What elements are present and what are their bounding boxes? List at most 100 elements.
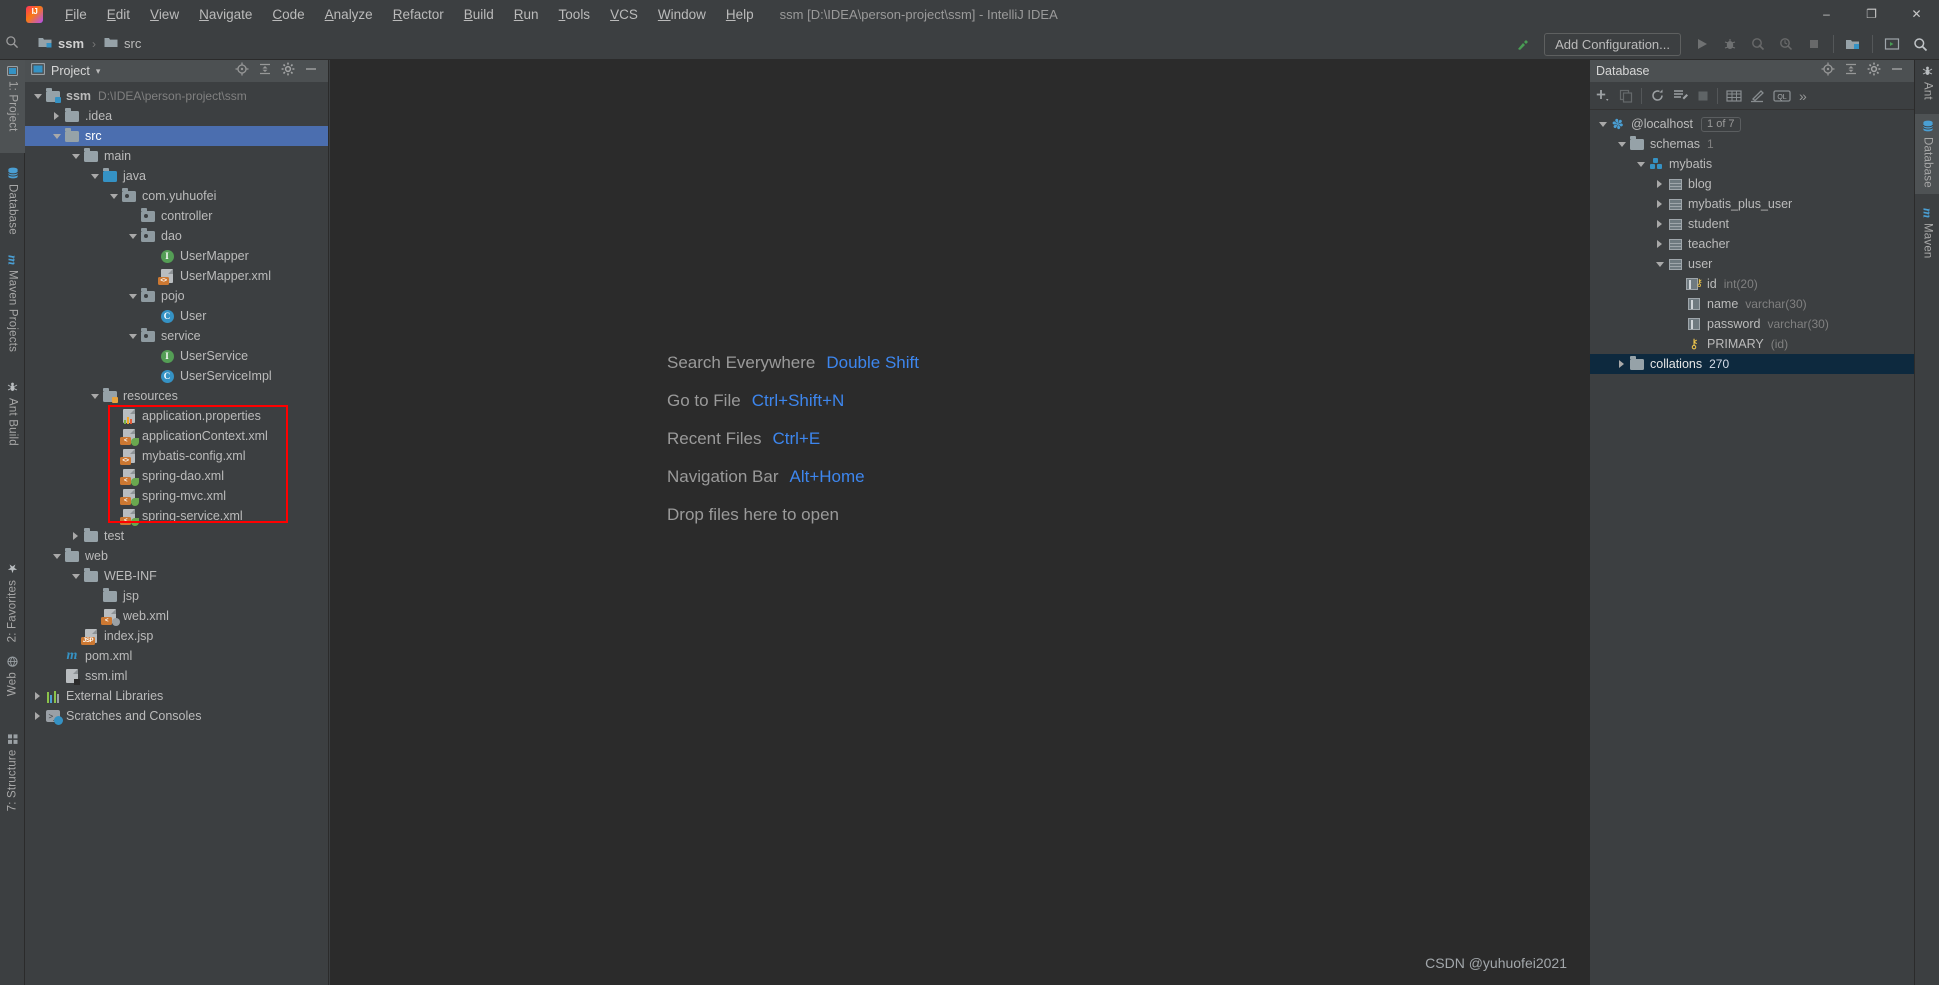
profile-icon[interactable] <box>1773 31 1799 57</box>
tree-row[interactable]: < web.xml <box>25 606 328 626</box>
menu-window[interactable]: Window <box>648 4 716 25</box>
chevron-down-icon[interactable] <box>1653 258 1666 271</box>
chevron-down-icon[interactable] <box>107 190 120 203</box>
tree-row[interactable]: .idea <box>25 106 328 126</box>
project-tree[interactable]: ssm D:\IDEA\person-project\ssm .idea src mai… <box>25 82 328 726</box>
tree-row[interactable]: < spring-service.xml <box>25 506 328 526</box>
chevron-down-icon[interactable] <box>31 90 44 103</box>
hide-window-icon[interactable] <box>1890 62 1904 81</box>
chevron-down-icon[interactable] <box>1615 138 1628 151</box>
tool-tab-ant-build[interactable]: Ant Build <box>0 376 25 462</box>
chevron-right-icon[interactable] <box>69 530 82 543</box>
tree-row[interactable]: controller <box>25 206 328 226</box>
tool-tab-ant[interactable]: Ant <box>1915 60 1939 106</box>
tree-row[interactable]: m pom.xml <box>25 646 328 666</box>
tree-row[interactable]: collations 270 <box>1590 354 1914 374</box>
chevron-right-icon[interactable] <box>1653 178 1666 191</box>
maximize-button[interactable]: ❐ <box>1849 0 1894 28</box>
tree-row[interactable]: <> UserMapper.xml <box>25 266 328 286</box>
hide-window-icon[interactable] <box>304 62 318 81</box>
settings-gear-icon[interactable] <box>281 62 295 81</box>
menu-analyze[interactable]: Analyze <box>315 4 383 25</box>
tree-row[interactable]: ssm D:\IDEA\person-project\ssm <box>25 86 328 106</box>
chevron-down-icon[interactable] <box>1596 118 1609 131</box>
chevron-down-icon[interactable] <box>126 330 139 343</box>
more-actions-icon[interactable]: » <box>1799 88 1807 104</box>
tree-row[interactable]: com.yuhuofei <box>25 186 328 206</box>
open-table-editor-icon[interactable] <box>1726 89 1742 103</box>
chevron-down-icon[interactable] <box>126 290 139 303</box>
tool-tab-database[interactable]: Database <box>0 161 25 241</box>
tree-row[interactable]: mybatis_plus_user <box>1590 194 1914 214</box>
stop-icon[interactable] <box>1697 90 1709 102</box>
chevron-down-icon[interactable] <box>88 390 101 403</box>
tree-row[interactable]: blog <box>1590 174 1914 194</box>
tool-tab-7-structure[interactable]: 7: Structure <box>0 711 25 817</box>
tree-row[interactable]: JSP index.jsp <box>25 626 328 646</box>
tree-row[interactable]: user <box>1590 254 1914 274</box>
search-everywhere-icon[interactable] <box>1907 31 1933 57</box>
tree-row[interactable]: ssm.iml <box>25 666 328 686</box>
terminal-icon[interactable] <box>1879 31 1905 57</box>
tree-row[interactable]: < spring-mvc.xml <box>25 486 328 506</box>
menu-edit[interactable]: Edit <box>97 4 140 25</box>
chevron-down-icon[interactable] <box>50 550 63 563</box>
chevron-right-icon[interactable] <box>1615 358 1628 371</box>
tree-row[interactable]: application.properties <box>25 406 328 426</box>
tool-tab-maven[interactable]: m Maven <box>1915 202 1939 262</box>
tree-row[interactable]: service <box>25 326 328 346</box>
collapse-all-icon[interactable] <box>258 62 272 81</box>
chevron-down-icon[interactable]: ▾ <box>96 66 101 77</box>
tool-tab-1-project[interactable]: 1: Project <box>0 60 25 153</box>
add-data-source-icon[interactable] <box>1596 88 1611 103</box>
minimize-button[interactable]: – <box>1804 0 1849 28</box>
add-configuration-button[interactable]: Add Configuration... <box>1544 32 1681 56</box>
menu-refactor[interactable]: Refactor <box>383 4 454 25</box>
menu-tools[interactable]: Tools <box>549 4 601 25</box>
tree-row[interactable]: WEB-INF <box>25 566 328 586</box>
tree-row[interactable]: name varchar(30) <box>1590 294 1914 314</box>
breadcrumb-item-ssm[interactable]: ssm <box>38 36 84 52</box>
open-query-console-icon[interactable]: QL <box>1773 89 1791 103</box>
chevron-right-icon[interactable] <box>1653 198 1666 211</box>
tree-row[interactable]: >_ Scratches and Consoles <box>25 706 328 726</box>
tree-row[interactable]: web <box>25 546 328 566</box>
tree-row[interactable]: password varchar(30) <box>1590 314 1914 334</box>
settings-gear-icon[interactable] <box>1867 62 1881 81</box>
menu-file[interactable]: File <box>55 4 97 25</box>
build-hammer-icon[interactable] <box>1510 31 1536 57</box>
chevron-down-icon[interactable] <box>126 230 139 243</box>
database-tree[interactable]: ✽ @localhost 1 of 7 schemas 1 mybatis blog myba… <box>1590 110 1914 374</box>
tree-row[interactable]: student <box>1590 214 1914 234</box>
editor-area[interactable]: Search Everywhere Double Shift Go to File C… <box>330 60 1589 985</box>
tool-tab-web[interactable]: Web <box>0 656 25 702</box>
breadcrumb-item-src[interactable]: src <box>104 36 141 52</box>
menu-run[interactable]: Run <box>504 4 549 25</box>
tree-row[interactable]: dao <box>25 226 328 246</box>
tree-row[interactable]: teacher <box>1590 234 1914 254</box>
open-project-icon[interactable] <box>1840 31 1866 57</box>
menu-help[interactable]: Help <box>716 4 764 25</box>
menu-code[interactable]: Code <box>262 4 314 25</box>
tree-row[interactable]: I UserMapper <box>25 246 328 266</box>
run-icon[interactable] <box>1689 31 1715 57</box>
tree-row[interactable]: C User <box>25 306 328 326</box>
run-with-coverage-icon[interactable] <box>1745 31 1771 57</box>
chevron-down-icon[interactable] <box>69 570 82 583</box>
menu-vcs[interactable]: VCS <box>600 4 648 25</box>
chevron-down-icon[interactable] <box>50 130 63 143</box>
chevron-right-icon[interactable] <box>31 710 44 723</box>
chevron-down-icon[interactable] <box>1634 158 1647 171</box>
tree-row[interactable]: pojo <box>25 286 328 306</box>
modify-table-icon[interactable] <box>1750 89 1765 103</box>
chevron-right-icon[interactable] <box>50 110 63 123</box>
tree-row[interactable]: External Libraries <box>25 686 328 706</box>
tool-tab-2-favorites[interactable]: 2: Favorites ★ <box>0 542 25 648</box>
chevron-right-icon[interactable] <box>1653 238 1666 251</box>
locate-file-icon[interactable] <box>235 62 249 81</box>
debug-icon[interactable] <box>1717 31 1743 57</box>
tree-row[interactable]: schemas 1 <box>1590 134 1914 154</box>
menu-navigate[interactable]: Navigate <box>189 4 262 25</box>
tree-row[interactable]: <> mybatis-config.xml <box>25 446 328 466</box>
tree-row[interactable]: ⚷ PRIMARY (id) <box>1590 334 1914 354</box>
